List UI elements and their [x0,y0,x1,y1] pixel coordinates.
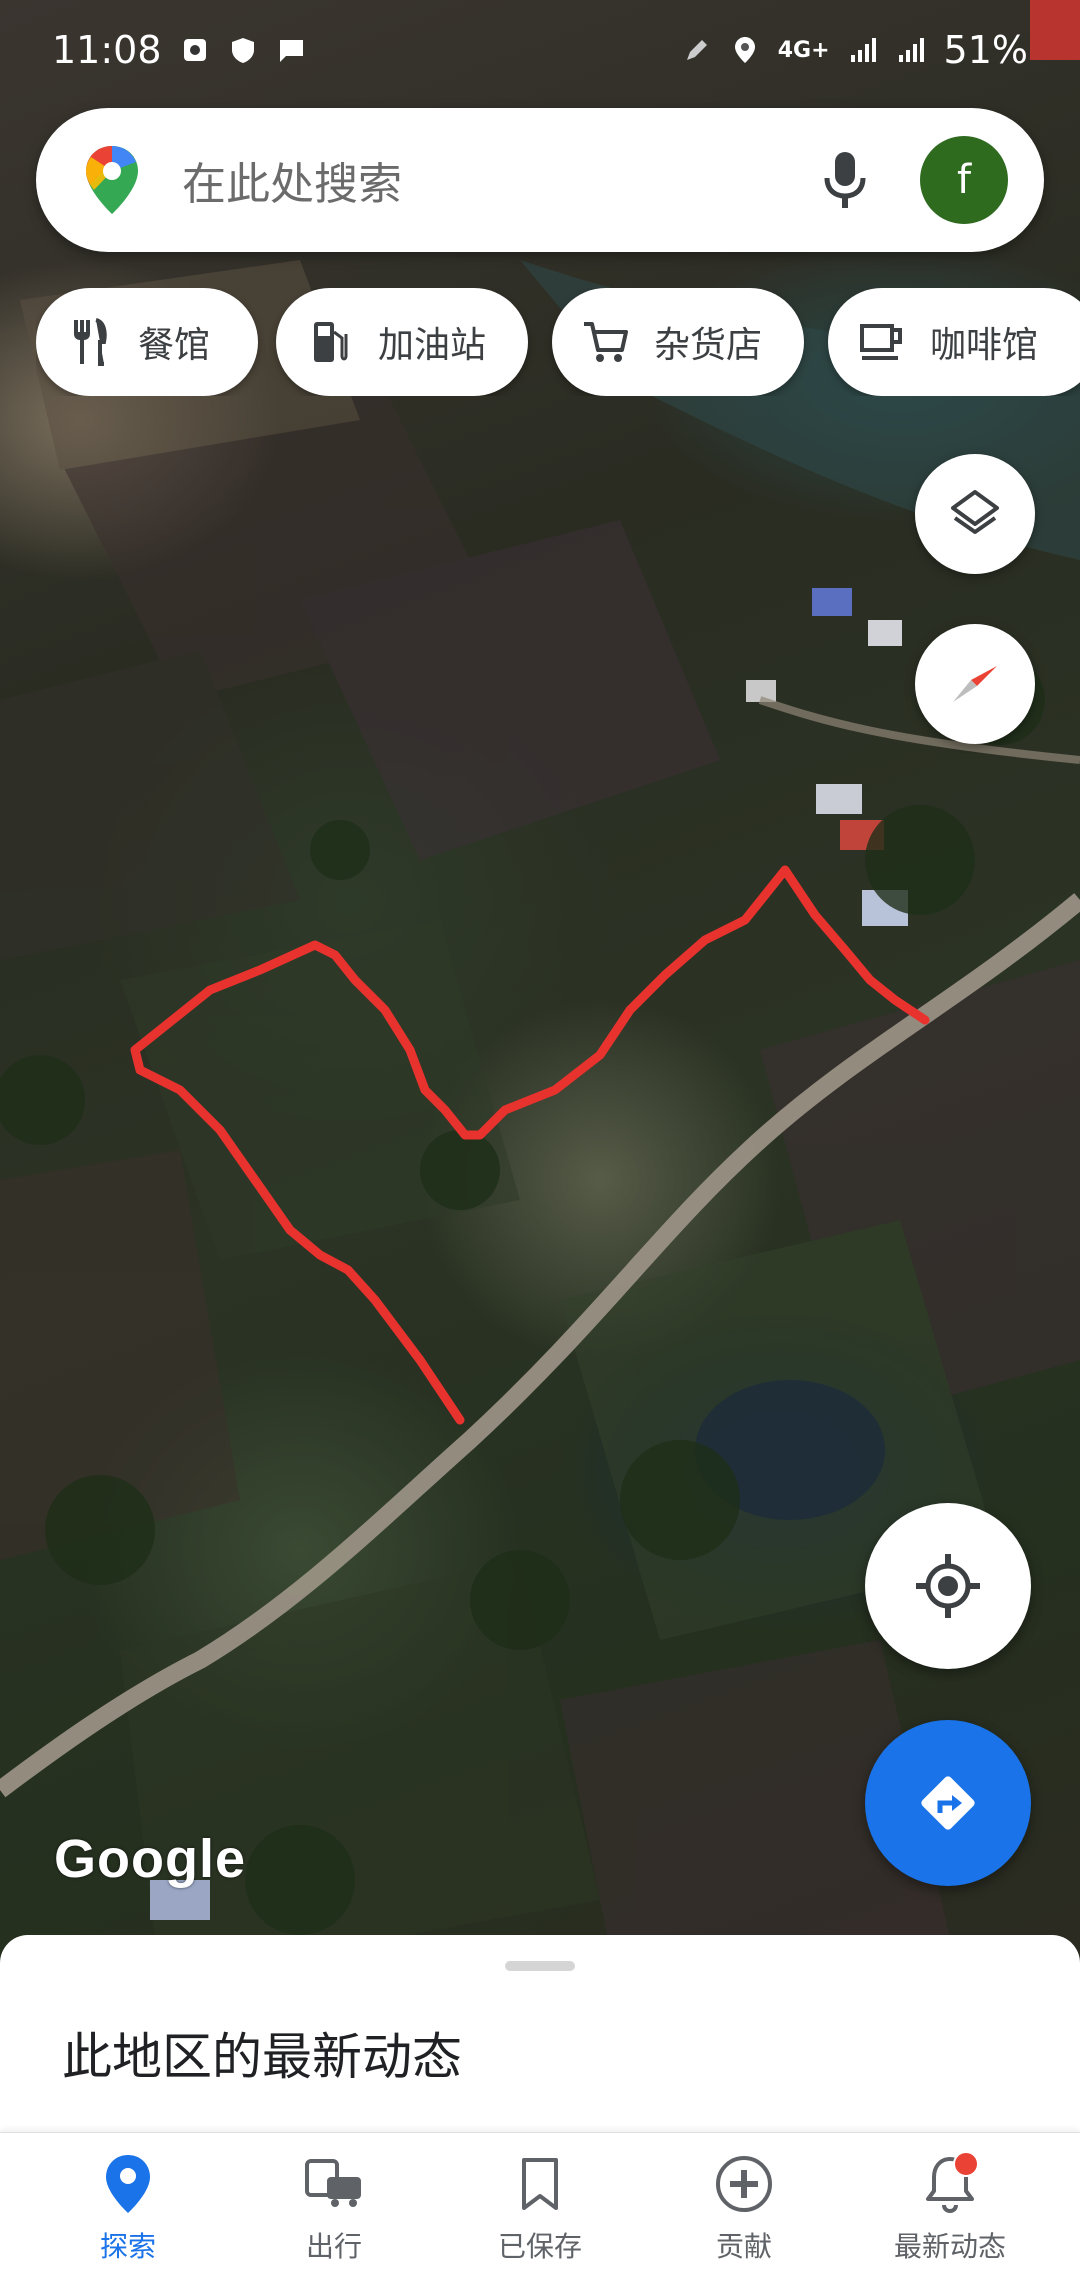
google-attribution: Google [54,1829,246,1889]
signal-icon [850,38,876,62]
google-maps-logo-icon [86,146,138,214]
chip-label: 咖啡馆 [930,325,1039,366]
nav-label: 最新动态 [893,2230,1006,2263]
bell-icon [917,2151,983,2217]
battery-level: 51% [943,28,1028,72]
layers-icon [951,490,999,534]
chip-restaurant[interactable]: 餐馆 [36,288,258,396]
nav-label: 贡献 [715,2230,772,2263]
pen-icon [686,40,707,60]
chip-cafe[interactable]: 咖啡馆 [828,288,1080,396]
message-icon [278,40,303,62]
nav-updates[interactable]: 最新动态 [860,2133,1040,2280]
shopping-cart-icon [582,318,630,366]
gas-station-icon [306,318,354,366]
coffee-icon [858,318,906,366]
nav-contribute[interactable]: 贡献 [654,2133,834,2280]
nav-explore[interactable]: 探索 [38,2133,218,2280]
map-layers-button[interactable] [915,454,1035,574]
chip-gas-station[interactable]: 加油站 [276,288,528,396]
microphone-icon [824,152,866,208]
bookmark-icon [507,2151,573,2217]
google-maps-screen: 11:08 4G+ 51% 在此处搜索 f 餐馆 加油站 杂货店 咖啡馆 Goo… [0,0,1080,2280]
sheet-title: 此地区的最新动态 [62,2028,462,2086]
directions-icon [921,1776,975,1830]
restaurant-icon [66,318,114,366]
add-circle-icon [711,2151,777,2217]
network-type: 4G+ [777,37,830,63]
commute-icon [301,2151,367,2217]
status-time: 11:08 [52,28,162,72]
chip-label: 餐馆 [138,325,211,366]
nav-label: 探索 [99,2230,156,2263]
shield-icon [231,38,254,63]
voice-search-button[interactable] [810,145,880,215]
notification-badge [953,2151,979,2177]
screenshot-icon [183,39,206,61]
nav-label: 出行 [305,2230,362,2263]
nav-label: 已保存 [497,2230,582,2263]
bottom-navigation: 探索 出行 已保存 贡献 最新动态 [0,2132,1080,2280]
nav-saved[interactable]: 已保存 [450,2133,630,2280]
compass-button[interactable] [915,624,1035,744]
latest-updates-sheet[interactable]: 此地区的最新动态 [0,1935,1080,2135]
search-input[interactable]: 在此处搜索 [182,148,810,212]
nav-commute[interactable]: 出行 [244,2133,424,2280]
crosshair-icon [916,1554,980,1618]
directions-button[interactable] [865,1720,1031,1886]
sheet-drag-handle[interactable] [505,1961,575,1971]
account-avatar[interactable]: f [920,136,1008,224]
status-bar: 11:08 4G+ 51% [0,0,1080,100]
location-icon [734,37,755,63]
chip-label: 加油站 [378,325,487,366]
signal-2-icon [898,38,924,62]
search-bar[interactable]: 在此处搜索 f [36,108,1044,252]
compass-icon [953,666,997,702]
chip-label: 杂货店 [654,325,763,366]
category-chips: 餐馆 加油站 杂货店 咖啡馆 [36,288,1080,396]
explore-pin-icon [95,2151,161,2217]
my-location-button[interactable] [865,1503,1031,1669]
chip-grocery[interactable]: 杂货店 [552,288,804,396]
